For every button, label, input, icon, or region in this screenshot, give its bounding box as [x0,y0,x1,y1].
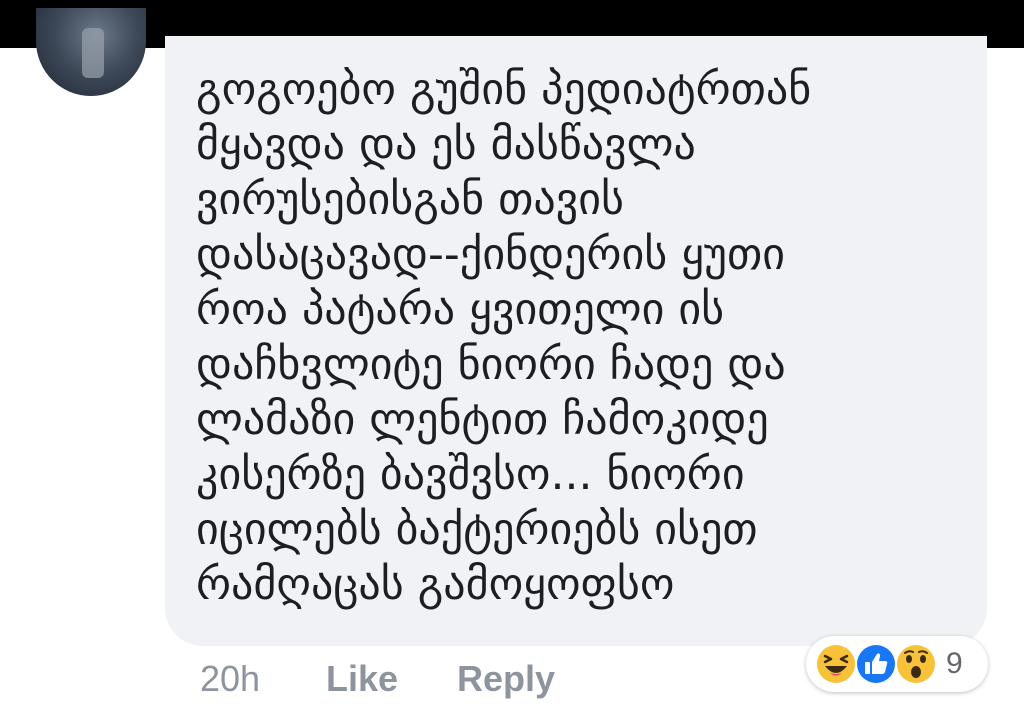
reply-button[interactable]: Reply [457,656,555,702]
avatar[interactable] [36,8,146,96]
comment-line: ლამაზი ლენტით ჩამოკიდე [196,394,769,445]
comment-line: ვირუსებისგან თავის [196,174,624,225]
like-button[interactable]: Like [326,656,398,702]
comment-timestamp[interactable]: 20h [200,656,260,702]
comment-line: მყავდა და ეს მასწავლა [196,119,696,170]
like-icon [854,642,898,686]
reaction-count: 9 [946,647,963,680]
comment-line: რამღაცას გამოყოფსო [196,559,675,610]
avatar-image [82,28,104,78]
comment-line: დასაცავად--ქინდერის ყუთი [196,229,785,280]
comment-line: როა პატარა ყვითელი ის [196,284,725,335]
comment-line: კისერზე ბავშვსო... ნიორი [196,449,745,500]
wow-icon [894,642,938,686]
comment-text: გოგოებო გუშინ პედიატრთან მყავდა და ეს მა… [196,62,956,612]
reactions-summary[interactable]: 9 [806,636,988,692]
comment-line: იცილებს ბაქტერიებს ისეთ [196,504,758,555]
comment-line: გოგოებო გუშინ პედიატრთან [196,64,812,115]
haha-icon [814,642,858,686]
comment-line: დაჩხვლიტე ნიორი ჩადე და [196,339,786,390]
